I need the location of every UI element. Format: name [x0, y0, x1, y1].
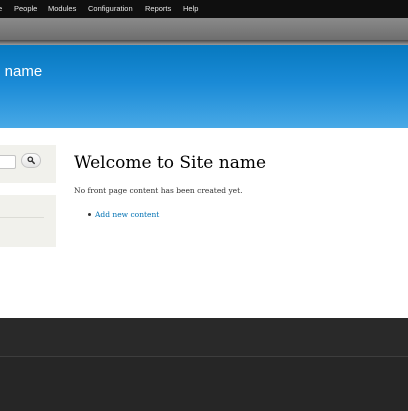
toolbar-item-modules[interactable]: Modules [48, 4, 76, 13]
search-block [0, 145, 56, 183]
add-new-content-link[interactable]: Add new content [95, 210, 159, 219]
list-bullet [88, 213, 91, 216]
footer-region [0, 318, 408, 356]
toolbar-item-configuration[interactable]: Configuration [88, 4, 133, 13]
toolbar-item-appearance[interactable]: e [0, 4, 2, 13]
page-title: Welcome to Site name [74, 153, 267, 173]
toolbar-item-help[interactable]: Help [183, 4, 198, 13]
toolbar-item-people[interactable]: People [14, 4, 37, 13]
search-button[interactable] [21, 153, 41, 168]
footer-bottom-region [0, 357, 408, 411]
search-input[interactable] [0, 155, 16, 169]
sidebar-divider [0, 217, 44, 218]
sidebar-navigation-block [0, 195, 56, 247]
front-page-message: No front page content has been created y… [74, 186, 243, 195]
site-header: te name [0, 45, 408, 128]
search-icon [27, 156, 35, 165]
shortcut-bar [0, 18, 408, 40]
toolbar-item-reports[interactable]: Reports [145, 4, 171, 13]
site-name-link[interactable]: te name [0, 63, 42, 80]
admin-toolbar: e People Modules Configuration Reports H… [0, 0, 408, 18]
